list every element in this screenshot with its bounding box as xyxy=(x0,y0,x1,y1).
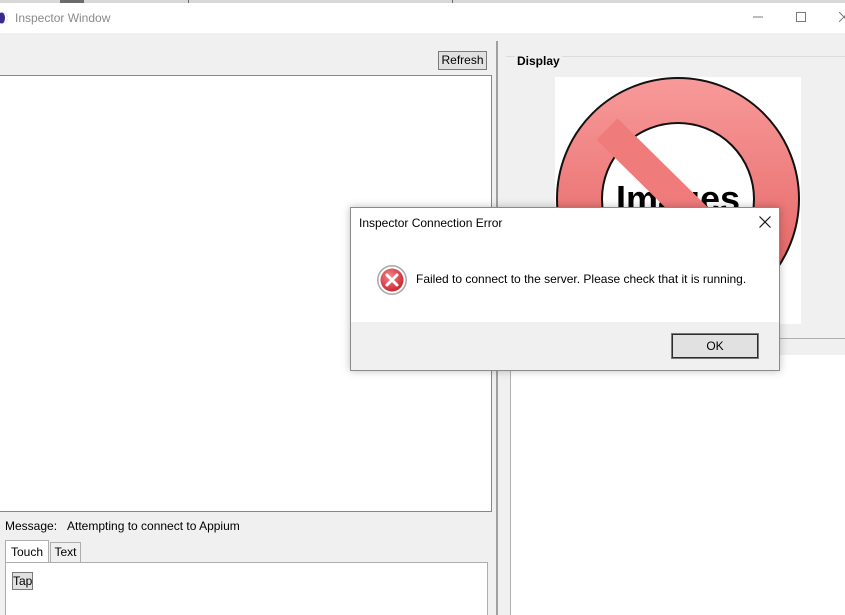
title-bar[interactable]: Inspector Window xyxy=(0,3,845,33)
message-value: Attempting to connect to Appium xyxy=(67,519,240,533)
minimize-button[interactable] xyxy=(735,3,781,33)
refresh-button[interactable]: Refresh xyxy=(438,51,487,70)
close-icon xyxy=(838,11,845,25)
dialog-close-button[interactable] xyxy=(750,209,780,237)
close-window-button[interactable] xyxy=(821,3,845,33)
app-icon xyxy=(0,12,8,24)
tab-touch[interactable]: Touch xyxy=(5,540,49,563)
tab-text[interactable]: Text xyxy=(50,542,81,563)
window-title: Inspector Window xyxy=(15,11,111,25)
display-group-label: Display xyxy=(515,54,562,68)
inspector-window: Inspector Window Refresh Message: Attemp… xyxy=(0,0,845,615)
maximize-icon xyxy=(796,11,806,25)
minimize-icon xyxy=(753,11,763,25)
error-icon xyxy=(376,264,408,296)
dialog-title: Inspector Connection Error xyxy=(359,216,503,230)
maximize-button[interactable] xyxy=(778,3,824,33)
touch-tab-panel: Tap xyxy=(5,562,488,615)
tap-button[interactable]: Tap xyxy=(12,572,33,590)
message-label: Message: xyxy=(5,519,58,533)
dialog-message: Failed to connect to the server. Please … xyxy=(416,272,747,286)
close-icon xyxy=(759,215,771,231)
ok-button[interactable]: OK xyxy=(671,333,759,359)
dialog-button-bar: OK xyxy=(351,322,779,370)
element-details-panel xyxy=(510,338,845,615)
connection-error-dialog: Inspector Connection Error Failed to con… xyxy=(350,207,780,371)
